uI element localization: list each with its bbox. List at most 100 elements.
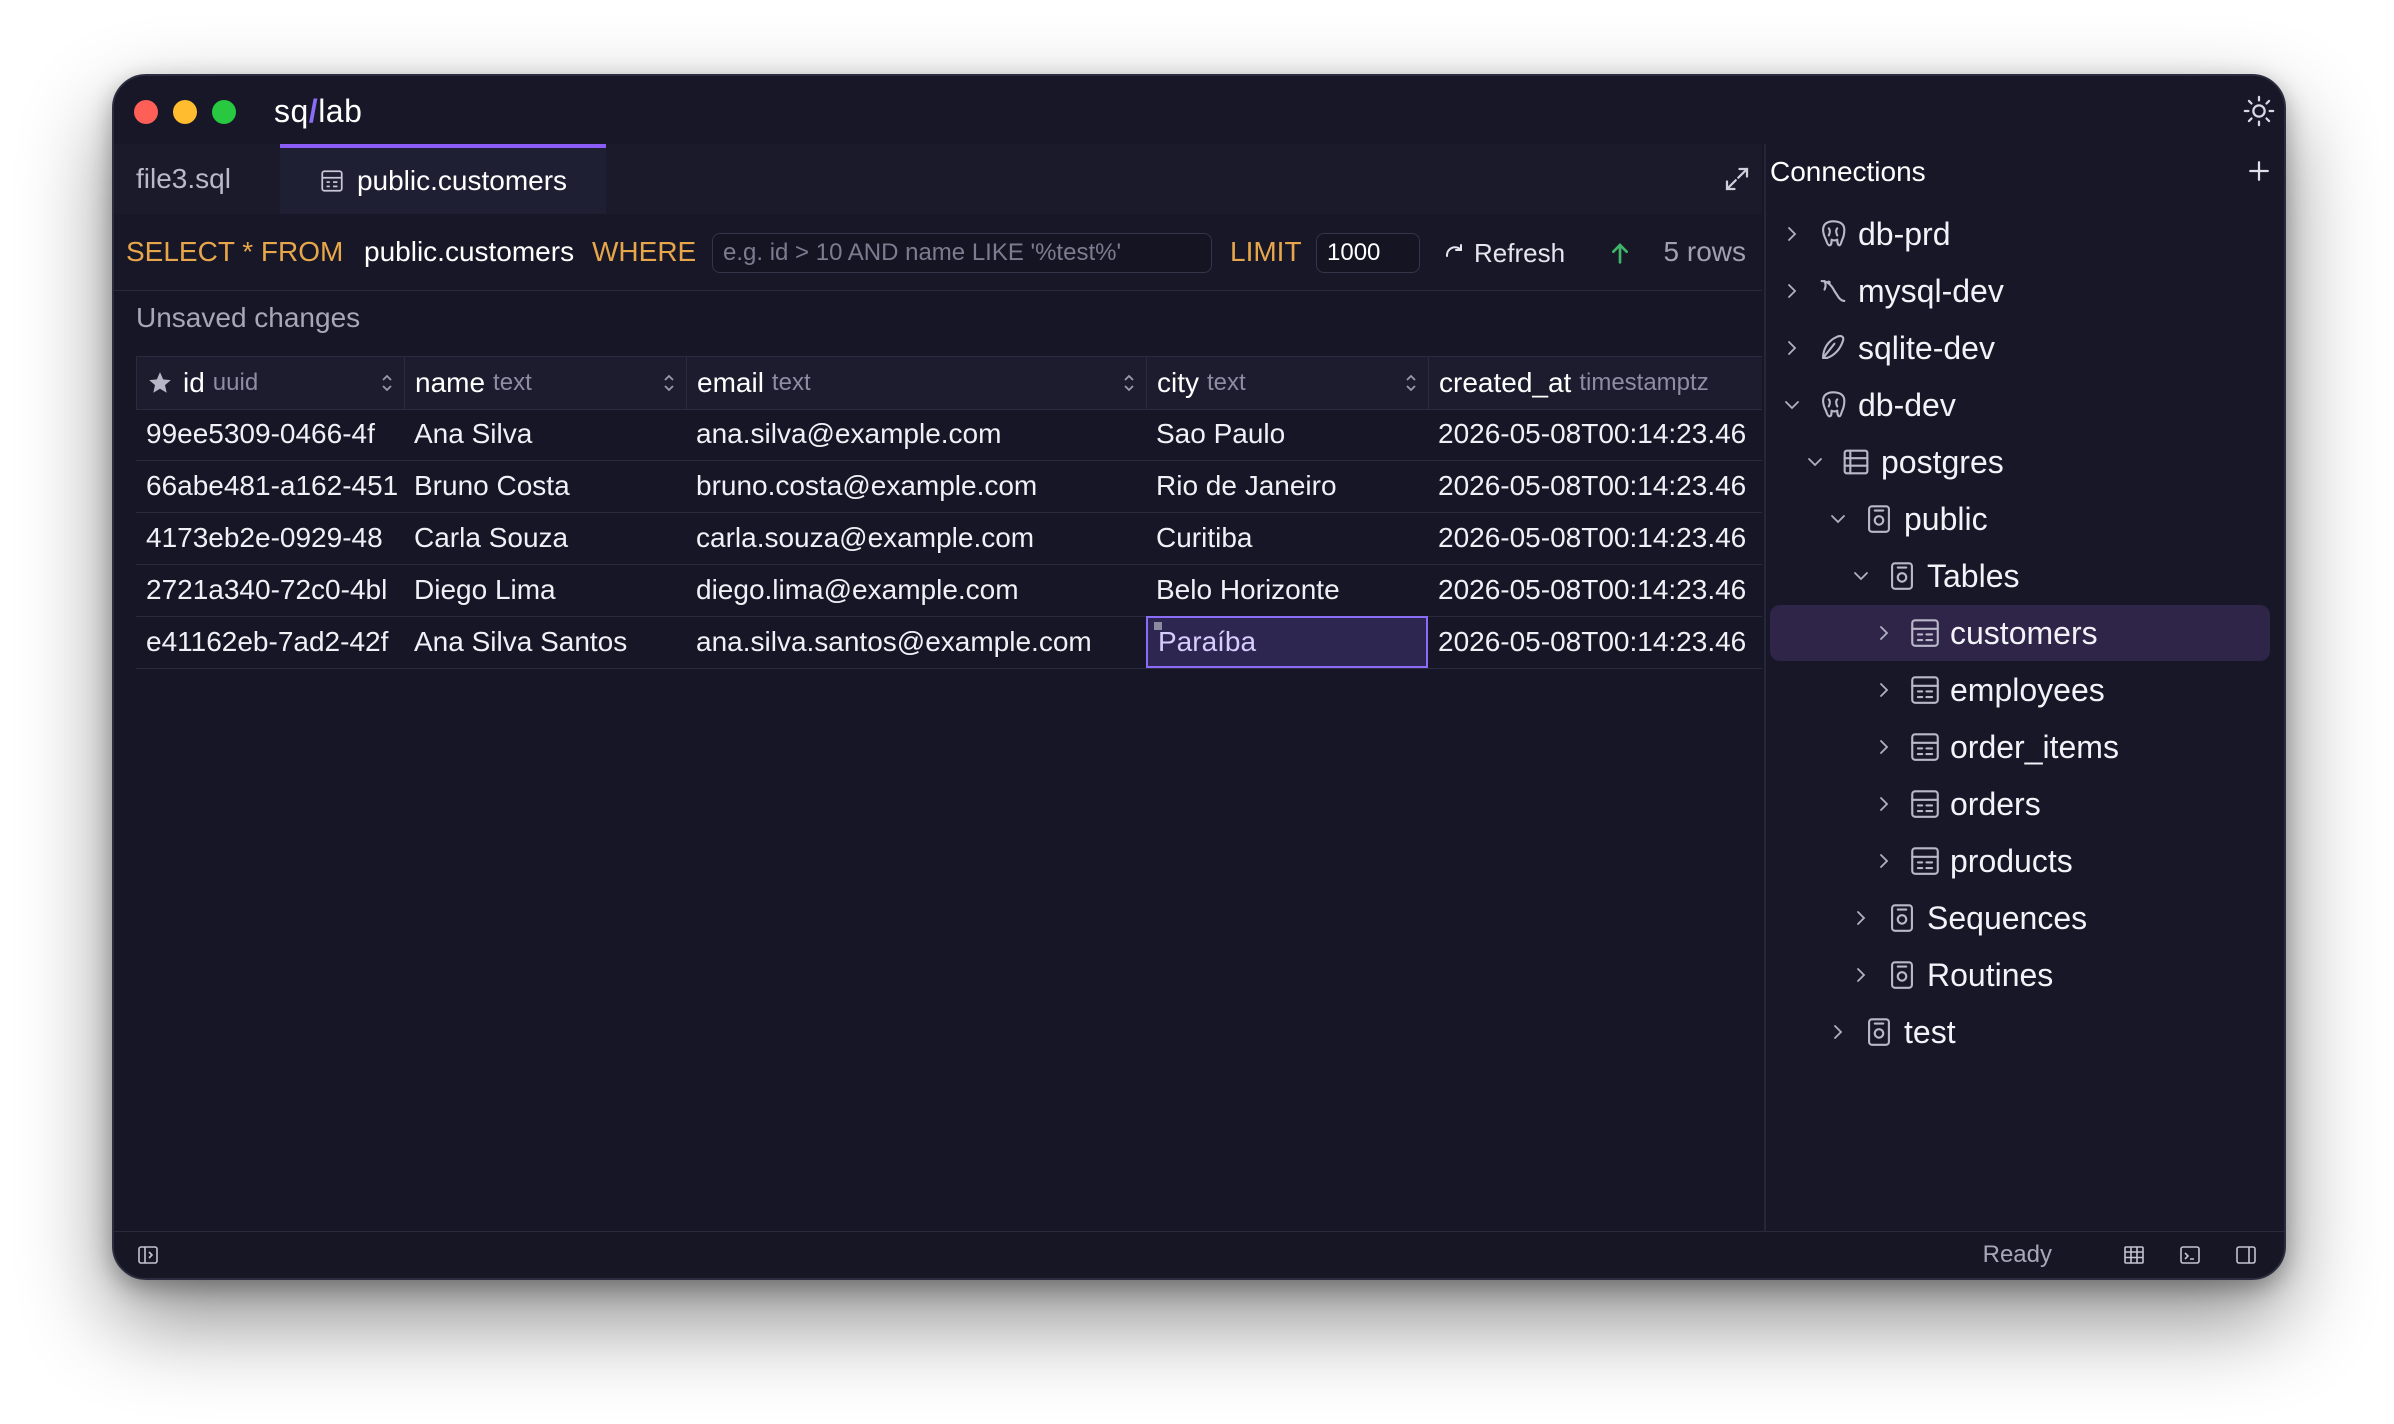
toggle-sidebar-icon[interactable] xyxy=(136,1243,160,1267)
cell-id[interactable]: e41162eb-7ad2-42f xyxy=(136,616,404,668)
column-header-name[interactable]: name text xyxy=(404,357,686,409)
table-icon xyxy=(321,170,343,192)
expand-icon[interactable] xyxy=(1722,164,1752,194)
chevron-right-icon[interactable] xyxy=(1872,792,1896,816)
cell-id[interactable]: 66abe481-a162-451 xyxy=(136,460,404,512)
tree-item-postgres[interactable]: postgres xyxy=(1766,434,2270,490)
cell-name[interactable]: Ana Silva Santos xyxy=(404,616,686,668)
tree-item-order-items[interactable]: order_items xyxy=(1766,719,2270,775)
postgres-icon xyxy=(1822,391,1846,418)
table-row[interactable]: 4173eb2e-0929-48 Carla Souza carla.souza… xyxy=(136,512,1762,565)
cell-created-at[interactable]: 2026-05-08T00:14:23.46 xyxy=(1428,460,1762,512)
chevron-right-icon[interactable] xyxy=(1780,279,1804,303)
sort-icon[interactable] xyxy=(380,371,394,395)
cell-email[interactable]: carla.souza@example.com xyxy=(686,512,1146,564)
tree-item-products[interactable]: products xyxy=(1766,833,2270,889)
chevron-down-icon[interactable] xyxy=(1780,393,1804,417)
cell-email[interactable]: ana.silva.santos@example.com xyxy=(686,616,1146,668)
limit-input[interactable] xyxy=(1316,233,1420,273)
cell-email[interactable]: diego.lima@example.com xyxy=(686,564,1146,616)
tree-item-employees[interactable]: employees xyxy=(1766,662,2270,718)
where-input[interactable] xyxy=(712,233,1212,273)
cell-city[interactable]: Belo Horizonte xyxy=(1146,564,1428,616)
chevron-down-icon[interactable] xyxy=(1826,507,1850,531)
plus-icon[interactable] xyxy=(2244,156,2274,186)
cell-email[interactable]: bruno.costa@example.com xyxy=(686,460,1146,512)
toggle-panel-icon[interactable] xyxy=(2234,1243,2258,1267)
schema-icon xyxy=(1868,505,1890,533)
tree-item-routines[interactable]: Routines xyxy=(1766,947,2270,1003)
maximize-window-button[interactable] xyxy=(212,100,236,124)
table-row[interactable]: 66abe481-a162-451 Bruno Costa bruno.cost… xyxy=(136,460,1762,513)
terminal-icon[interactable] xyxy=(2178,1243,2202,1267)
cell-created-at[interactable]: 2026-05-08T00:14:23.46 xyxy=(1428,408,1762,460)
where-keyword: WHERE xyxy=(592,236,697,267)
connections-panel: Connections db-prd mysql-dev sqlite-dev db-… xyxy=(1764,144,2284,1232)
table-row[interactable]: 2721a340-72c0-4bl Diego Lima diego.lima@… xyxy=(136,564,1762,617)
tree-item-sqlite-dev[interactable]: sqlite-dev xyxy=(1766,320,2270,376)
table-row[interactable]: e41162eb-7ad2-42f Ana Silva Santos ana.s… xyxy=(136,616,1762,669)
grid-view-icon[interactable] xyxy=(2122,1243,2146,1267)
cell-city[interactable]: Rio de Janeiro xyxy=(1146,460,1428,512)
sort-icon[interactable] xyxy=(662,371,676,395)
chevron-down-icon[interactable] xyxy=(1849,564,1873,588)
chevron-right-icon[interactable] xyxy=(1849,963,1873,987)
tab-label: public.customers xyxy=(356,165,568,196)
sort-icon[interactable] xyxy=(1404,371,1418,395)
minimize-window-button[interactable] xyxy=(173,100,197,124)
chevron-right-icon[interactable] xyxy=(1872,849,1896,873)
column-header-id[interactable]: id uuid xyxy=(136,357,404,409)
tree-item-tables[interactable]: Tables xyxy=(1766,548,2270,604)
cell-email[interactable]: ana.silva@example.com xyxy=(686,408,1146,460)
sort-icon[interactable] xyxy=(1122,371,1136,395)
cell-city[interactable]: Sao Paulo xyxy=(1146,408,1428,460)
chevron-right-icon[interactable] xyxy=(1826,1020,1850,1044)
schema-icon xyxy=(1868,1018,1890,1046)
tree-item-label: test xyxy=(1904,1013,1956,1050)
cell-id[interactable]: 2721a340-72c0-4bl xyxy=(136,564,404,616)
cell-city-editing[interactable]: Paraíba xyxy=(1146,616,1428,668)
cell-created-at[interactable]: 2026-05-08T00:14:23.46 xyxy=(1428,616,1762,668)
column-header-created-at[interactable]: created_at timestamptz xyxy=(1428,357,1762,409)
query-bar: SELECT * FROM public.customers WHERE LIM… xyxy=(114,214,1762,291)
close-window-button[interactable] xyxy=(134,100,158,124)
refresh-button[interactable]: Refresh xyxy=(1442,232,1565,274)
sun-icon[interactable] xyxy=(2242,94,2276,128)
tree-item-orders[interactable]: orders xyxy=(1766,776,2270,832)
cell-name[interactable]: Diego Lima xyxy=(404,564,686,616)
chevron-right-icon[interactable] xyxy=(1780,336,1804,360)
chevron-right-icon[interactable] xyxy=(1872,735,1896,759)
tree-item-db-dev[interactable]: db-dev xyxy=(1766,377,2270,433)
table-icon xyxy=(1911,847,1939,875)
tree-item-db-prd[interactable]: db-prd xyxy=(1766,206,2270,262)
tree-item-label: order_items xyxy=(1950,728,2119,765)
chevron-down-icon[interactable] xyxy=(1803,450,1827,474)
tree-item-mysql-dev[interactable]: mysql-dev xyxy=(1766,263,2270,319)
cell-id[interactable]: 4173eb2e-0929-48 xyxy=(136,512,404,564)
chevron-right-icon[interactable] xyxy=(1872,678,1896,702)
cell-created-at[interactable]: 2026-05-08T00:14:23.46 xyxy=(1428,512,1762,564)
edited-marker xyxy=(1154,622,1162,630)
table-icon xyxy=(1911,676,1939,704)
tab-file3-sql[interactable]: file3.sql xyxy=(136,144,231,214)
table-row[interactable]: 99ee5309-0466-4f Ana Silva ana.silva@exa… xyxy=(136,408,1762,461)
tree-item-label: db-prd xyxy=(1858,215,1951,252)
tree-item-test[interactable]: test xyxy=(1766,1004,2270,1060)
chevron-right-icon[interactable] xyxy=(1872,621,1896,645)
cell-created-at[interactable]: 2026-05-08T00:14:23.46 xyxy=(1428,564,1762,616)
tree-item-sequences[interactable]: Sequences xyxy=(1766,890,2270,946)
chevron-right-icon[interactable] xyxy=(1780,222,1804,246)
arrow-up-icon[interactable] xyxy=(1604,236,1636,270)
tree-item-public[interactable]: public xyxy=(1766,491,2270,547)
cell-name[interactable]: Bruno Costa xyxy=(404,460,686,512)
column-header-city[interactable]: city text xyxy=(1146,357,1428,409)
cell-id[interactable]: 99ee5309-0466-4f xyxy=(136,408,404,460)
chevron-right-icon[interactable] xyxy=(1849,906,1873,930)
cell-name[interactable]: Ana Silva xyxy=(404,408,686,460)
cell-name[interactable]: Carla Souza xyxy=(404,512,686,564)
tree-item-label: postgres xyxy=(1881,443,2004,480)
column-header-email[interactable]: email text xyxy=(686,357,1146,409)
cell-city[interactable]: Curitiba xyxy=(1146,512,1428,564)
tab-public-customers[interactable]: public.customers xyxy=(280,144,606,214)
tree-item-customers[interactable]: customers xyxy=(1770,605,2270,661)
